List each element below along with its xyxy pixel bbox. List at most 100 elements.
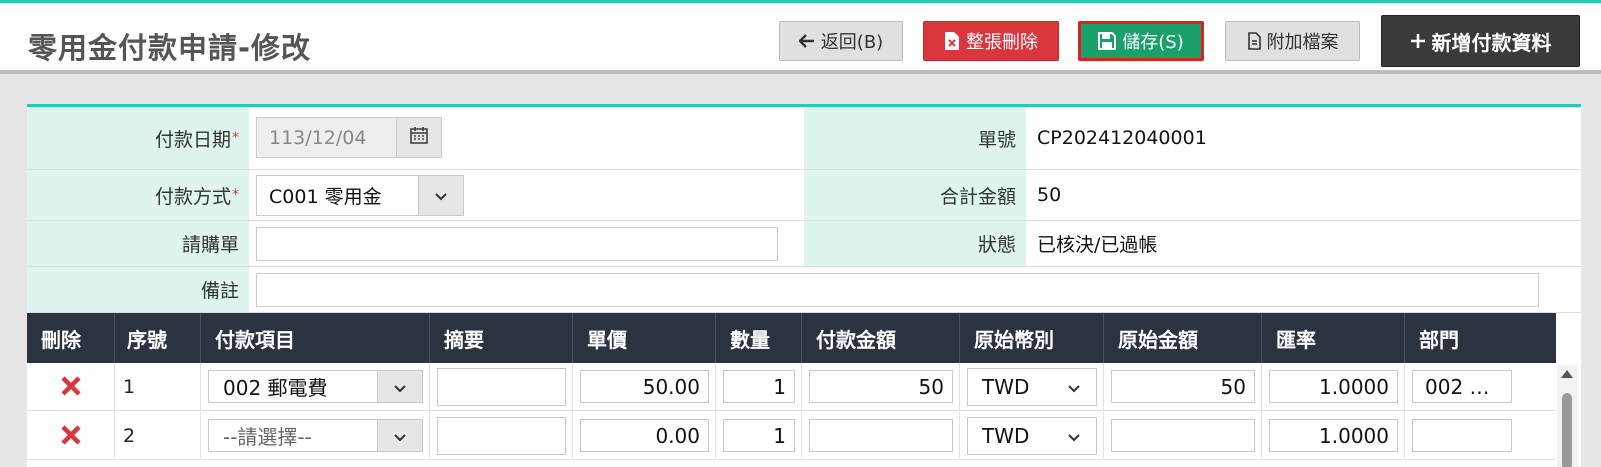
row-amount-input[interactable] xyxy=(809,419,953,452)
status-label: 狀態 xyxy=(804,221,1026,266)
remark-label: 備註 xyxy=(27,267,249,312)
pay-date-value: 113/12/04 xyxy=(269,126,367,149)
col-orig-amount: 原始金額 xyxy=(1104,313,1262,363)
row-orig-amount-input[interactable]: 50 xyxy=(1111,370,1255,403)
row-delete-button[interactable] xyxy=(27,363,115,411)
row-summary-input[interactable] xyxy=(437,368,566,406)
total-value: 50 xyxy=(1037,184,1062,206)
delete-all-button[interactable]: 整張刪除 xyxy=(923,21,1059,61)
required-mark: * xyxy=(232,187,239,203)
chevron-down-icon xyxy=(393,375,407,399)
row-currency-value: TWD xyxy=(982,424,1030,448)
calendar-icon xyxy=(410,126,428,149)
doc-no-value: CP202412040001 xyxy=(1037,127,1207,149)
form-row-method: 付款方式 * C001 零用金 合計金額 50 xyxy=(27,170,1581,221)
row-qty-input[interactable]: 1 xyxy=(723,419,795,452)
row-item-dropdown-toggle[interactable] xyxy=(377,371,422,402)
delete-all-button-label: 整張刪除 xyxy=(966,32,1038,53)
row-currency-value: TWD xyxy=(982,375,1030,399)
row-summary-cell xyxy=(430,363,573,411)
pay-method-dropdown-toggle[interactable] xyxy=(418,176,463,215)
chevron-down-icon xyxy=(1067,424,1081,448)
row-currency-select[interactable]: TWD xyxy=(967,368,1097,406)
row-amount-cell: 50 xyxy=(802,363,960,411)
row-rate-value: 1.0000 xyxy=(1319,374,1389,399)
row-item-value: --請選擇-- xyxy=(223,425,312,449)
row-unit-price-input[interactable]: 0.00 xyxy=(580,419,709,452)
required-mark: * xyxy=(232,130,239,146)
row-rate-input[interactable]: 1.0000 xyxy=(1269,419,1398,452)
row-currency-dropdown-toggle[interactable] xyxy=(1051,418,1096,454)
scroll-thumb[interactable] xyxy=(1562,393,1572,467)
plus-icon xyxy=(1410,33,1426,49)
row-dept-input[interactable]: 002 … xyxy=(1412,370,1512,403)
pay-method-select[interactable]: C001 零用金 xyxy=(256,175,464,216)
grid-scrollbar[interactable] xyxy=(1557,365,1577,467)
back-button[interactable]: 返回(B) xyxy=(779,21,903,61)
row-orig-amount-input[interactable] xyxy=(1111,419,1255,452)
row-rate-input[interactable]: 1.0000 xyxy=(1269,370,1398,403)
save-button[interactable]: 儲存(S) xyxy=(1078,21,1204,61)
page-title: 零用金付款申請-修改 xyxy=(28,31,312,65)
col-qty: 數量 xyxy=(716,313,802,363)
row-currency-cell: TWD xyxy=(960,412,1104,460)
row-amount-cell xyxy=(802,412,960,460)
arrow-left-icon xyxy=(798,34,815,48)
pay-method-label: 付款方式 * xyxy=(27,170,249,220)
col-rate: 匯率 xyxy=(1262,313,1405,363)
row-qty-cell: 1 xyxy=(716,412,802,460)
row-qty-input[interactable]: 1 xyxy=(723,370,795,403)
form-row-date: 付款日期 * 113/12/04 單號 CP202412040001 xyxy=(27,107,1581,170)
pay-date-input[interactable]: 113/12/04 xyxy=(256,117,442,158)
payment-form-panel: 付款日期 * 113/12/04 單號 CP202412040001 付款方式 * … xyxy=(27,104,1581,467)
row-unit-price-cell: 0.00 xyxy=(573,412,716,460)
row-rate-value: 1.0000 xyxy=(1319,423,1389,448)
add-payment-button-label: 新增付款資料 xyxy=(1431,30,1552,55)
row-unit-price-value: 0.00 xyxy=(655,423,700,448)
row-item-value: 002 郵電費 xyxy=(223,376,328,400)
attach-file-icon xyxy=(1247,32,1261,50)
back-button-label: 返回(B) xyxy=(820,32,884,53)
col-currency: 原始幣別 xyxy=(960,313,1104,363)
col-amount: 付款金額 xyxy=(802,313,960,363)
row-unit-price-input[interactable]: 50.00 xyxy=(580,370,709,403)
chevron-down-icon xyxy=(434,185,448,207)
table-row: 2 --請選擇-- 0.00 1 TWD 1.0000 xyxy=(27,412,1556,460)
row-item-select[interactable]: 002 郵電費 xyxy=(208,370,423,403)
pay-date-label: 付款日期 * xyxy=(27,107,249,169)
row-item-select[interactable]: --請選擇-- xyxy=(208,419,423,452)
row-currency-dropdown-toggle[interactable] xyxy=(1051,369,1096,405)
detail-grid-header: 刪除 序號 付款項目 摘要 單價 數量 付款金額 原始幣別 原始金額 匯率 部門 xyxy=(27,313,1556,363)
row-delete-button[interactable] xyxy=(27,412,115,460)
remark-input[interactable] xyxy=(256,273,1539,307)
row-item-cell: 002 郵電費 xyxy=(201,363,430,411)
row-rate-cell: 1.0000 xyxy=(1262,412,1405,460)
col-unit-price: 單價 xyxy=(573,313,716,363)
row-summary-cell xyxy=(430,412,573,460)
row-dept-input[interactable] xyxy=(1412,419,1512,452)
row-summary-input[interactable] xyxy=(437,417,566,455)
row-currency-select[interactable]: TWD xyxy=(967,417,1097,455)
row-amount-input[interactable]: 50 xyxy=(809,370,953,403)
row-seq: 1 xyxy=(115,363,201,411)
calendar-button[interactable] xyxy=(396,118,441,157)
col-dept: 部門 xyxy=(1419,327,1459,352)
row-orig-amount-cell xyxy=(1104,412,1262,460)
purchase-req-input[interactable] xyxy=(256,227,778,261)
total-label: 合計金額 xyxy=(804,170,1026,220)
attach-file-button-label: 附加檔案 xyxy=(1266,32,1339,53)
row-unit-price-value: 50.00 xyxy=(642,374,700,399)
row-orig-amount-cell: 50 xyxy=(1104,363,1262,411)
row-dept-value: 002 … xyxy=(1425,374,1490,399)
scroll-up-arrow-icon[interactable] xyxy=(1561,370,1573,378)
pay-date-label-text: 付款日期 xyxy=(154,128,231,151)
attach-file-button[interactable]: 附加檔案 xyxy=(1225,21,1360,61)
close-icon xyxy=(60,371,82,404)
purchase-req-label: 請購單 xyxy=(27,221,249,266)
pay-method-value: C001 零用金 xyxy=(269,186,382,208)
chevron-down-icon xyxy=(393,424,407,448)
row-amount-value: 50 xyxy=(918,374,944,399)
add-payment-button[interactable]: 新增付款資料 xyxy=(1381,15,1580,67)
doc-no-label: 單號 xyxy=(804,107,1026,169)
row-item-dropdown-toggle[interactable] xyxy=(377,420,422,451)
